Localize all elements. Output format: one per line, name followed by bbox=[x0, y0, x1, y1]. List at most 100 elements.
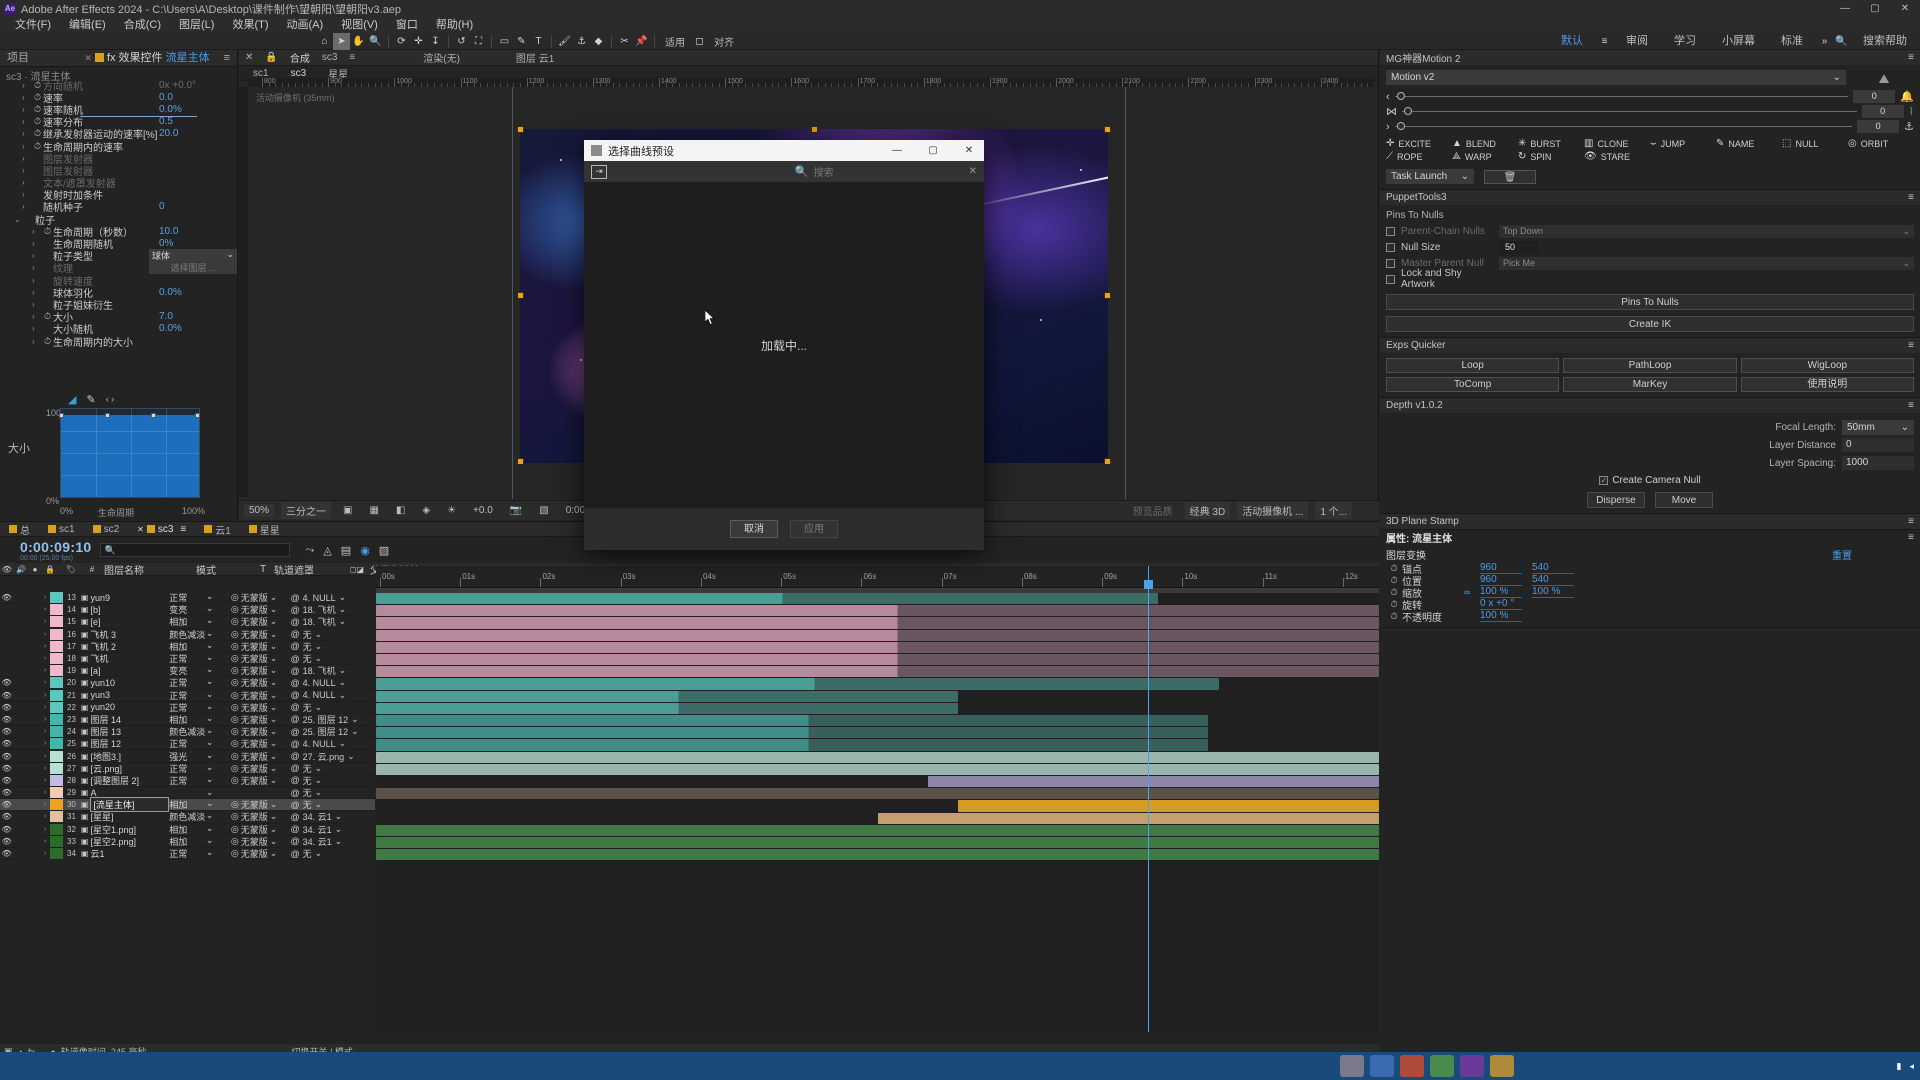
clone-stamp-icon[interactable]: ⚓ bbox=[573, 33, 590, 50]
twirl-icon[interactable]: › bbox=[40, 801, 50, 808]
pick-whip-icon[interactable]: @ bbox=[290, 666, 299, 676]
camera-tool-icon[interactable]: ⛶ bbox=[470, 33, 487, 50]
hamburger-icon[interactable]: ≡ bbox=[1908, 400, 1914, 411]
layer-name[interactable]: yun10 bbox=[90, 678, 169, 688]
region-of-interest-icon[interactable]: ▣ bbox=[338, 504, 357, 517]
workspace-standard[interactable]: 标准 bbox=[1768, 33, 1816, 50]
layer-track-matte[interactable]: ◎ 无蒙版 ⌄ bbox=[231, 798, 291, 811]
workspace-default[interactable]: 默认 bbox=[1548, 33, 1596, 50]
stopwatch-icon[interactable]: ⏱ bbox=[42, 311, 53, 322]
layer-name[interactable]: [e] bbox=[90, 617, 169, 627]
layer-parent[interactable]: @ 无 ⌄ bbox=[290, 847, 375, 860]
stopwatch-icon[interactable]: ⏱ bbox=[42, 226, 53, 237]
timeline-ruler[interactable]: 00s 01s 02s 03s 04s 05s 06s 07s 08s 09s 10s 11s 12s bbox=[376, 566, 1379, 588]
layer-parent[interactable]: @34. 云1 ⌄ bbox=[290, 810, 375, 823]
transform-row[interactable]: ⏱ 缩放 ∞ 100 % 100 % bbox=[1386, 586, 1914, 600]
hamburger-icon[interactable]: ≡ bbox=[1908, 532, 1914, 543]
layer-parent[interactable]: @34. 云1 ⌄ bbox=[290, 823, 375, 836]
clear-search-icon[interactable]: ✕ bbox=[969, 166, 977, 177]
layer-parent[interactable]: @ 无 ⌄ bbox=[290, 762, 375, 775]
roto-brush-icon[interactable]: ✂ bbox=[616, 33, 633, 50]
layer-track-matte[interactable]: ◎ 无蒙版 ⌄ bbox=[231, 592, 291, 604]
layer-blend-mode[interactable]: 相加 ⌄ bbox=[169, 835, 217, 848]
pick-whip-icon[interactable]: @ bbox=[290, 824, 299, 834]
layer-duration-bar[interactable] bbox=[376, 654, 1379, 666]
create-camera-null-checkbox[interactable]: ✓ bbox=[1599, 475, 1609, 485]
disperse-button[interactable]: Disperse bbox=[1587, 492, 1645, 508]
transform-value-x[interactable]: 960 bbox=[1480, 562, 1522, 574]
exps-button-2[interactable]: WigLoop bbox=[1740, 358, 1914, 373]
view-count-select[interactable]: 1 个... bbox=[1315, 502, 1352, 519]
puppet-option-row[interactable]: Lock and Shy Artwork bbox=[1386, 268, 1914, 290]
comp-tab-composition[interactable]: 合成 bbox=[284, 50, 316, 65]
twirl-icon[interactable]: › bbox=[40, 631, 50, 638]
layer-label-color[interactable] bbox=[49, 628, 64, 640]
layer-distance-field[interactable]: 0 bbox=[1842, 438, 1914, 452]
selection-handle-ml[interactable] bbox=[517, 292, 524, 299]
twirl-closed-icon[interactable]: › bbox=[22, 117, 32, 126]
exps-button-5[interactable]: 使用说明 bbox=[1740, 377, 1914, 392]
selection-handle-br[interactable] bbox=[1104, 458, 1111, 465]
mg-slider-row-1[interactable]: ‹ 0 🔔 bbox=[1386, 89, 1914, 104]
pen-tool-icon[interactable]: ✎ bbox=[513, 33, 530, 50]
effect-property-value[interactable]: 0% bbox=[159, 238, 237, 249]
effect-property-value[interactable]: 10.0 bbox=[159, 226, 237, 237]
stopwatch-icon[interactable]: ⏱ bbox=[1386, 587, 1402, 598]
layer-label-color[interactable] bbox=[49, 616, 64, 628]
layer-name[interactable]: 图层 12 bbox=[90, 737, 169, 750]
hand-tool-icon[interactable]: ✋ bbox=[350, 33, 367, 50]
mode-column-header[interactable]: 模式 bbox=[196, 562, 260, 577]
tab-close-icon[interactable]: ✕ bbox=[84, 53, 92, 63]
layer-blend-mode[interactable]: 变亮 ⌄ bbox=[169, 664, 217, 677]
layer-name[interactable]: [星空2.png] bbox=[90, 835, 169, 848]
layer-blend-mode[interactable]: 颜色减淡 ⌄ bbox=[169, 810, 217, 823]
mg-button-rope[interactable]: ⟋ ROPE bbox=[1386, 151, 1444, 162]
layer-duration-bar[interactable] bbox=[376, 763, 1379, 775]
layer-label-color[interactable] bbox=[49, 640, 64, 652]
layer-duration-bar[interactable] bbox=[376, 837, 1379, 849]
layer-visibility-icon[interactable]: 👁 bbox=[0, 593, 13, 602]
layer-name[interactable]: 云1 bbox=[90, 847, 169, 860]
layer-blend-mode[interactable]: 正常 ⌄ bbox=[169, 592, 217, 604]
graph-keyframe[interactable] bbox=[59, 412, 64, 418]
twirl-closed-icon[interactable]: › bbox=[32, 227, 42, 236]
layer-label-color[interactable] bbox=[49, 653, 64, 665]
layer-duration-bar[interactable] bbox=[376, 666, 1379, 678]
layer-blend-mode[interactable]: 正常 ⌄ bbox=[169, 689, 217, 702]
transform-value-x[interactable]: 960 bbox=[1480, 574, 1522, 586]
table-row[interactable]: 👁 › 34 ▣ 云1 正常 ⌄ ◎ 无蒙版 ⌄ @ 无 ⌄ bbox=[0, 847, 375, 861]
t-column-header[interactable]: T bbox=[260, 564, 274, 575]
graph-fill-icon[interactable]: ◢ bbox=[68, 393, 76, 406]
layer-parent[interactable]: @ 无 ⌄ bbox=[290, 628, 375, 641]
stopwatch-icon[interactable]: ⏱ bbox=[1386, 563, 1402, 574]
layer-track-matte[interactable]: ◎ 无蒙版 ⌄ bbox=[231, 847, 291, 860]
current-time-display[interactable]: 0:00:09:10 bbox=[20, 539, 92, 555]
layer-visibility-icon[interactable]: 👁 bbox=[0, 837, 13, 846]
layer-duration-bar[interactable] bbox=[376, 678, 1219, 690]
layer-label-color[interactable] bbox=[49, 848, 64, 860]
layer-track-matte[interactable]: ◎ 无蒙版 ⌄ bbox=[231, 774, 291, 787]
layer-blend-mode[interactable]: 正常 ⌄ bbox=[169, 676, 217, 689]
rotate-tool-icon[interactable]: ⟳ bbox=[393, 33, 410, 50]
layer-track-matte[interactable]: ◎ 无蒙版 ⌄ bbox=[231, 652, 291, 665]
twirl-icon[interactable]: › bbox=[40, 728, 50, 735]
trash-icon[interactable]: 🗑 bbox=[1484, 169, 1536, 184]
layer-blend-mode[interactable]: 颜色减淡 ⌄ bbox=[169, 628, 217, 641]
exps-button-3[interactable]: ToComp bbox=[1386, 377, 1560, 392]
stopwatch-icon[interactable]: ⏱ bbox=[1386, 611, 1402, 622]
timeline-track-area[interactable]: 00s 01s 02s 03s 04s 05s 06s 07s 08s 09s 10s 11s 12s bbox=[376, 566, 1379, 1032]
effect-property-value[interactable]: 7.0 bbox=[159, 311, 237, 322]
layer-visibility-icon[interactable]: 👁 bbox=[0, 849, 13, 858]
mg-slider-value-1[interactable]: 0 bbox=[1853, 90, 1896, 103]
hamburger-icon[interactable]: ≡ bbox=[1908, 516, 1914, 527]
mg-button-name[interactable]: ✎ NAME bbox=[1716, 138, 1774, 149]
workspace-more-icon[interactable]: » bbox=[1816, 33, 1833, 50]
layer-duration-bar[interactable] bbox=[376, 751, 1379, 763]
puppet-option-row[interactable]: Null Size 50 bbox=[1386, 239, 1914, 255]
puppet-option-field[interactable]: Top Down ⌄ bbox=[1499, 224, 1914, 238]
zoom-level-select[interactable]: 50% bbox=[244, 504, 275, 517]
import-icon[interactable]: ⇥ bbox=[591, 164, 607, 179]
layer-parent[interactable]: @ 无 ⌄ bbox=[290, 786, 375, 799]
mg-slider-1[interactable] bbox=[1394, 92, 1849, 100]
layer-name[interactable]: [星星] bbox=[90, 810, 169, 823]
